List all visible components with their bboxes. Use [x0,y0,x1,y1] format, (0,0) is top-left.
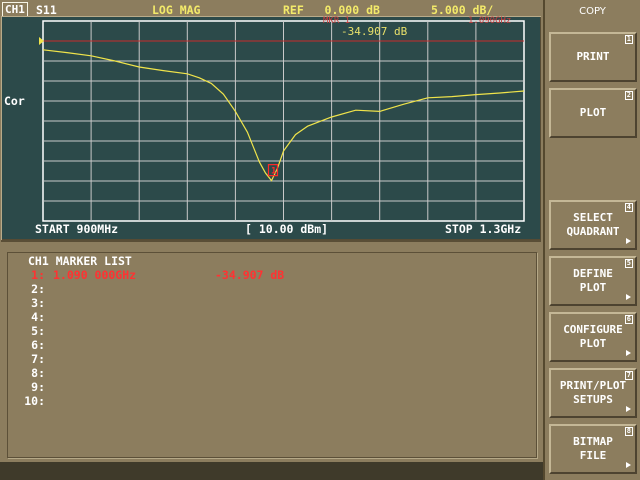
trace-display[interactable]: 1 Cor MKR 1 1.090GHz -34.907 dB START 90… [1,16,541,240]
softkey-configure-plot[interactable]: 6 CONFIGURE PLOT [549,312,637,362]
marker-value: -34.907 dB [215,268,285,282]
scale-per-division: 5.000 dB/ [431,3,494,17]
softkey-number: 1 [624,35,633,44]
menu-title: COPY [579,6,606,17]
status-strip [0,462,543,480]
submenu-arrow-icon [626,350,631,356]
correction-indicator: Cor [4,94,25,108]
softkey-label: PLOT [579,337,607,350]
softkey-label: QUADRANT [566,225,620,238]
softkey-number: 7 [624,371,633,380]
start-frequency: START 900MHz [35,222,119,236]
marker-number: 3: [31,296,45,310]
softkey-select-quadrant[interactable]: 4 SELECT QUADRANT [549,200,637,250]
display-format: LOG MAG [152,3,201,17]
softkey-label: DEFINE [573,267,613,280]
marker-frequency: 1.090 000GHz [53,268,137,282]
measurement-parameter: S11 [36,3,57,17]
marker-readout-frequency: 1.090GHz [468,16,512,26]
analyzer-screen: CH1 S11 LOG MAG REF 0.000 dB 5.000 dB/ 1… [0,0,543,480]
marker-number: 7: [31,352,45,366]
softkey-print[interactable]: 1 PRINT [549,32,637,82]
softkey-plot[interactable]: 2 PLOT [549,88,637,138]
softkey-label: PRINT [576,50,610,63]
marker-list-row: 7: [1,352,521,366]
marker-number: 4: [31,310,45,324]
softkey-define-plot[interactable]: 5 DEFINE PLOT [549,256,637,306]
marker-number: 10: [24,394,45,408]
channel-indicator[interactable]: CH1 [2,2,28,17]
marker-list-row: 3: [1,296,521,310]
marker-number: 8: [31,366,45,380]
softkey-number: 8 [624,427,633,436]
trace-plot: 1 [39,20,525,222]
softkey-bitmap-file[interactable]: 8 BITMAP FILE [549,424,637,474]
softkey-label: PLOT [579,106,607,119]
softkey-menu: COPY 1 PRINT 2 PLOT 4 SELECT QUADRANT 5 DEFINE PL… [543,0,640,480]
softkey-label: PRINT/PLOT [559,379,627,392]
marker-list-title: CH1 MARKER LIST [27,254,133,268]
marker-list-panel: CH1 MARKER LIST 1: 1.090 000GHz -34.907 dB… [1,240,541,464]
submenu-arrow-icon [626,238,631,244]
marker-list-row: 9: [1,380,521,394]
softkey-label: SELECT [573,211,613,224]
marker-list-row: 2: [1,282,521,296]
marker-number: 9: [31,380,45,394]
marker-list-row: 6: [1,338,521,352]
softkey-print-plot-setups[interactable]: 7 PRINT/PLOT SETUPS [549,368,637,418]
marker-number: 1: [31,268,45,282]
marker-list-row: 4: [1,310,521,324]
marker-list-row: 10: [1,394,521,408]
marker-list-row: 5: [1,324,521,338]
softkey-number: 2 [624,91,633,100]
submenu-arrow-icon [626,462,631,468]
softkey-label: FILE [579,449,607,462]
softkey-label: PLOT [579,281,607,294]
marker-number-label: 1 [271,167,276,177]
source-power: [ 10.00 dBm] [245,222,329,236]
marker-number: 5: [31,324,45,338]
marker-number: 6: [31,338,45,352]
softkey-number: 4 [624,203,633,212]
softkey-label: SETUPS [573,393,613,406]
softkey-number: 6 [624,315,633,324]
softkey-label: CONFIGURE [563,323,623,336]
marker-list-row: 8: [1,366,521,380]
marker-readout-value: -34.907 dB [341,25,408,38]
softkey-label: BITMAP [573,435,613,448]
softkey-number: 5 [624,259,633,268]
marker-number: 2: [31,282,45,296]
submenu-arrow-icon [626,294,631,300]
reference-level: REF 0.000 dB [283,3,380,17]
submenu-arrow-icon [626,406,631,412]
stop-frequency: STOP 1.3GHz [445,222,522,236]
marker-list-row: 1: 1.090 000GHz -34.907 dB [1,268,521,282]
